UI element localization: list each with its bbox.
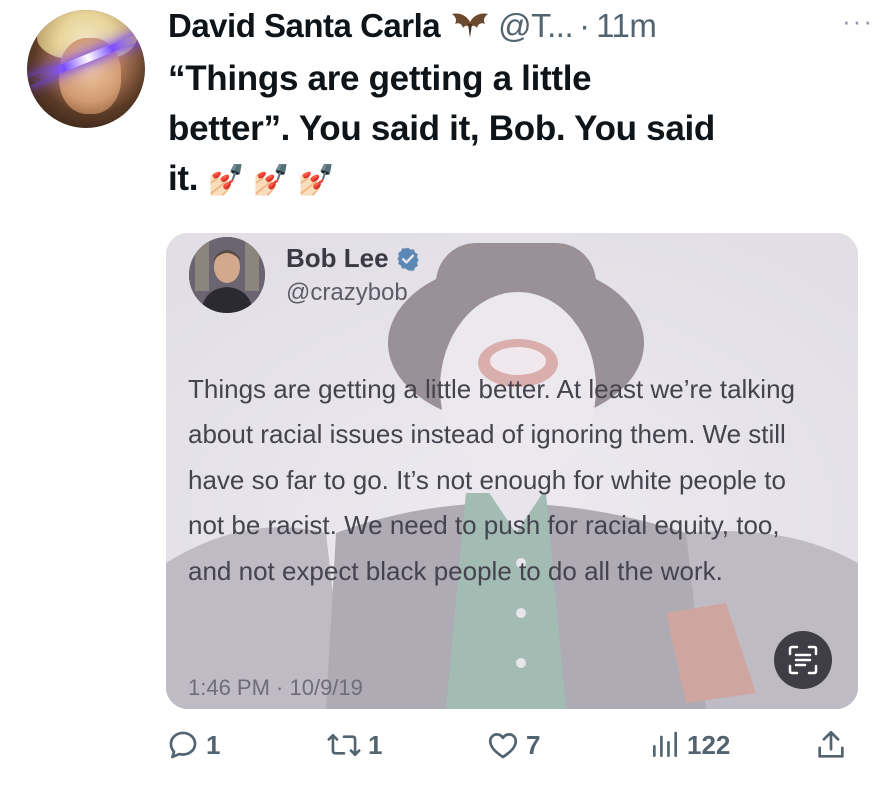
- quoted-author-avatar: [189, 237, 265, 313]
- quoted-tweet-timestamp: 1:46 PM · 10/9/19: [188, 675, 363, 700]
- more-icon[interactable]: ···: [842, 6, 874, 37]
- tweet-timestamp[interactable]: 11m: [596, 7, 657, 45]
- quoted-author-handle: @crazybob: [286, 279, 408, 306]
- tweet-text-line: better”. You said it, Bob. You said: [168, 109, 715, 148]
- author-avatar[interactable]: [27, 10, 145, 128]
- quoted-tweet-card[interactable]: Bob Lee @crazybob Things are getting a l…: [166, 233, 858, 709]
- reply-button[interactable]: 1: [166, 728, 220, 762]
- reply-icon: [169, 731, 197, 759]
- retweet-button[interactable]: 1: [326, 728, 382, 762]
- separator-dot: ·: [579, 7, 591, 44]
- tweet-text: “Things are getting a little better”. Yo…: [168, 54, 848, 206]
- share-icon: [818, 730, 844, 758]
- bat-icon: [452, 13, 489, 38]
- tweet-header: David Santa Carla @T... · 11m: [168, 4, 868, 48]
- tweet-text-end: it.: [168, 159, 199, 198]
- quoted-author-name-row: Bob Lee: [286, 243, 421, 274]
- author-name[interactable]: David Santa Carla: [168, 7, 441, 45]
- views-count: 122: [687, 729, 731, 760]
- heart-icon: [488, 733, 518, 759]
- reply-count: 1: [206, 729, 221, 760]
- tweet-text-line: it. 💅🏻 💅🏻 💅🏻: [168, 154, 848, 206]
- quoted-author-name: Bob Lee: [286, 243, 389, 273]
- views-bar-chart-icon: [653, 731, 677, 757]
- share-button[interactable]: [814, 728, 848, 762]
- views-button[interactable]: 122: [649, 728, 730, 762]
- quoted-avatar-portrait: [189, 237, 265, 313]
- verified-icon: [396, 247, 419, 271]
- quoted-tweet-text: Things are getting a little better. At l…: [188, 374, 796, 586]
- text-scan-button[interactable]: [774, 631, 832, 689]
- tweet-action-bar: 1 1 7 122: [166, 728, 856, 778]
- like-count: 7: [526, 729, 541, 760]
- tweet-text-line: “Things are getting a little: [168, 59, 592, 98]
- retweet-count: 1: [368, 729, 383, 760]
- like-button[interactable]: 7: [486, 728, 540, 762]
- retweet-icon: [327, 733, 361, 757]
- nail-polish-emoji: 💅🏻 💅🏻 💅🏻: [207, 164, 336, 197]
- text-scan-icon: [788, 645, 818, 675]
- author-handle[interactable]: @T...: [498, 7, 574, 45]
